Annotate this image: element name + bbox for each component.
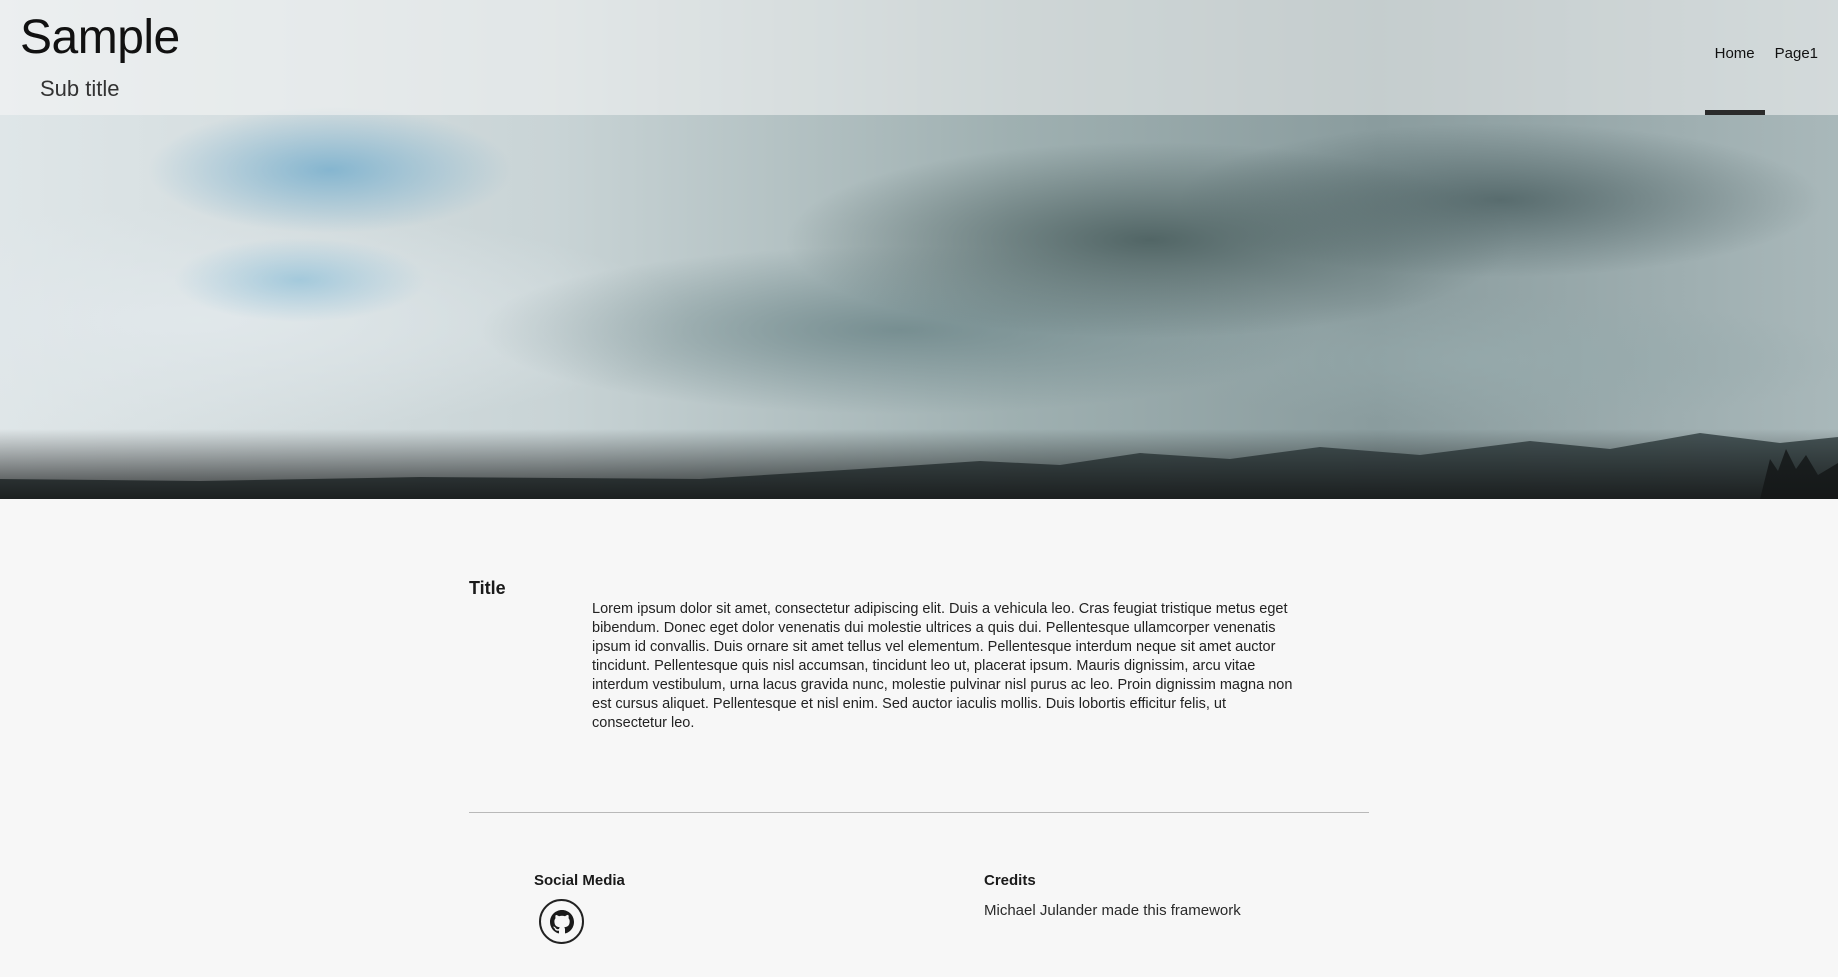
github-link-button[interactable] <box>539 899 584 944</box>
nav-item-home[interactable]: Home <box>1704 0 1765 115</box>
footer-credits-column: Credits Michael Julander made this frame… <box>984 872 1241 919</box>
site-header: Sample Sub title Home Page1 <box>0 0 1838 115</box>
site-subtitle: Sub title <box>40 76 120 101</box>
hero-bottom-fade <box>0 429 1838 499</box>
main-nav: Home Page1 <box>1704 0 1828 115</box>
section-body-text: Lorem ipsum dolor sit amet, consectetur … <box>592 601 1293 731</box>
section-title: Title <box>469 578 506 598</box>
social-media-heading: Social Media <box>534 872 625 889</box>
footer-social-column: Social Media <box>534 872 625 944</box>
github-icon <box>550 910 574 934</box>
credits-heading: Credits <box>984 872 1036 889</box>
nav-item-page1[interactable]: Page1 <box>1765 0 1828 115</box>
footer-divider <box>469 812 1369 813</box>
site-title[interactable]: Sample <box>20 10 180 65</box>
credits-text: Michael Julander made this framework <box>984 902 1241 919</box>
